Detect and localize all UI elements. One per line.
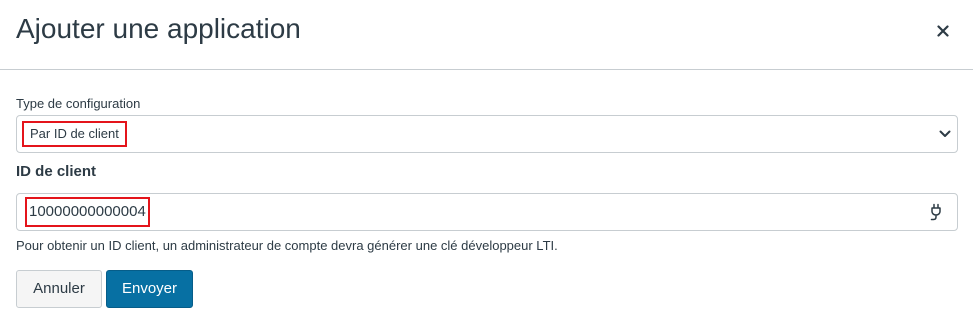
- add-app-modal: Ajouter une application Type de configur…: [0, 0, 973, 322]
- close-icon: [937, 25, 949, 37]
- client-id-label: ID de client: [16, 163, 97, 180]
- client-id-input[interactable]: 10000000000004: [16, 193, 958, 231]
- modal-header: Ajouter une application: [0, 0, 973, 70]
- client-id-help-text: Pour obtenir un ID client, un administra…: [16, 238, 558, 253]
- cancel-button[interactable]: Annuler: [16, 270, 102, 308]
- chevron-down-icon: [939, 130, 951, 137]
- modal-title: Ajouter une application: [16, 13, 301, 44]
- config-type-selected-value: Par ID de client: [22, 121, 127, 147]
- close-button[interactable]: [931, 16, 955, 40]
- submit-button[interactable]: Envoyer: [106, 270, 193, 308]
- config-type-label: Type de configuration: [16, 96, 141, 111]
- plug-icon[interactable]: [927, 203, 945, 221]
- config-type-select[interactable]: Par ID de client: [16, 115, 958, 153]
- client-id-value: 10000000000004: [25, 197, 150, 227]
